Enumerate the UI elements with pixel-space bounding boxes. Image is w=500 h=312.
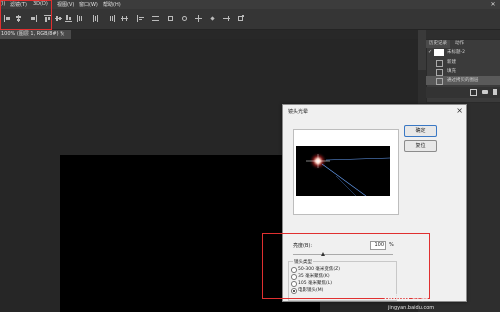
history-state-icon xyxy=(436,60,443,67)
3d-mode-icon[interactable] xyxy=(167,15,174,22)
tab-history[interactable]: 历史记录 xyxy=(426,40,450,48)
align-option-icon[interactable] xyxy=(137,15,144,22)
trash-icon[interactable] xyxy=(493,89,497,95)
snapshot-thumbnail xyxy=(434,49,444,56)
history-state-icon xyxy=(436,69,443,76)
history-item-active[interactable]: 通过拷贝的图层 xyxy=(426,76,500,85)
history-item[interactable]: 新建 xyxy=(426,58,500,67)
3d-slide-icon[interactable] xyxy=(223,15,230,22)
menu-item-help[interactable]: 帮助(H) xyxy=(103,1,121,8)
3d-pan-icon[interactable] xyxy=(209,15,216,22)
history-snapshot[interactable]: ✓ 未标题-2 xyxy=(426,48,500,57)
3d-roll-icon[interactable] xyxy=(195,15,202,22)
tab-actions[interactable]: 动作 xyxy=(452,40,467,48)
new-document-icon[interactable] xyxy=(470,89,477,96)
highlight-box-options xyxy=(262,233,430,299)
history-footer xyxy=(426,87,500,98)
history-item-label: 新建 xyxy=(447,60,456,65)
ok-button[interactable]: 确定 xyxy=(404,125,437,137)
history-state-icon xyxy=(436,78,443,85)
menu-bar: (I) 滤镜(T) 3D(D) 视图(V) 窗口(W) 帮助(H) ✕ xyxy=(0,0,500,9)
distribute-bottom-icon[interactable] xyxy=(65,15,72,22)
reset-button[interactable]: 复位 xyxy=(404,140,437,152)
menu-item-window[interactable]: 窗口(W) xyxy=(79,1,98,8)
snapshot-label: 未标题-2 xyxy=(447,50,465,55)
dialog-title: 镜头光晕 xyxy=(288,109,309,115)
3d-scale-icon[interactable] xyxy=(237,15,244,22)
watermark-logo: Baidu 经验 xyxy=(384,293,429,302)
options-bar xyxy=(0,9,500,30)
close-icon[interactable]: × xyxy=(60,30,65,39)
camera-icon[interactable] xyxy=(482,90,488,94)
flare-preview[interactable] xyxy=(296,146,390,196)
distribute-vertical-center-icon[interactable] xyxy=(55,15,62,22)
watermark-url: jingyan.baidu.com xyxy=(388,305,435,311)
history-item[interactable]: 填充 xyxy=(426,67,500,76)
history-item-label: 通过拷贝的图层 xyxy=(447,78,479,83)
distribute-center-icon[interactable] xyxy=(92,15,99,22)
history-item-label: 填充 xyxy=(447,69,456,74)
panel-collapse-strip[interactable] xyxy=(418,30,426,70)
3d-rotate-icon[interactable] xyxy=(181,15,188,22)
menu-item-view[interactable]: 视图(V) xyxy=(57,1,74,8)
distribute-right-icon[interactable] xyxy=(108,15,115,22)
distribute-spacing-icon[interactable] xyxy=(121,15,128,22)
checkmark-icon: ✓ xyxy=(428,49,433,55)
close-icon[interactable]: × xyxy=(456,106,463,115)
auto-align-icon[interactable] xyxy=(152,15,159,22)
distribute-left-icon[interactable] xyxy=(77,15,84,22)
app-close-icon[interactable]: ✕ xyxy=(489,0,497,9)
highlight-box-menu xyxy=(0,0,52,30)
